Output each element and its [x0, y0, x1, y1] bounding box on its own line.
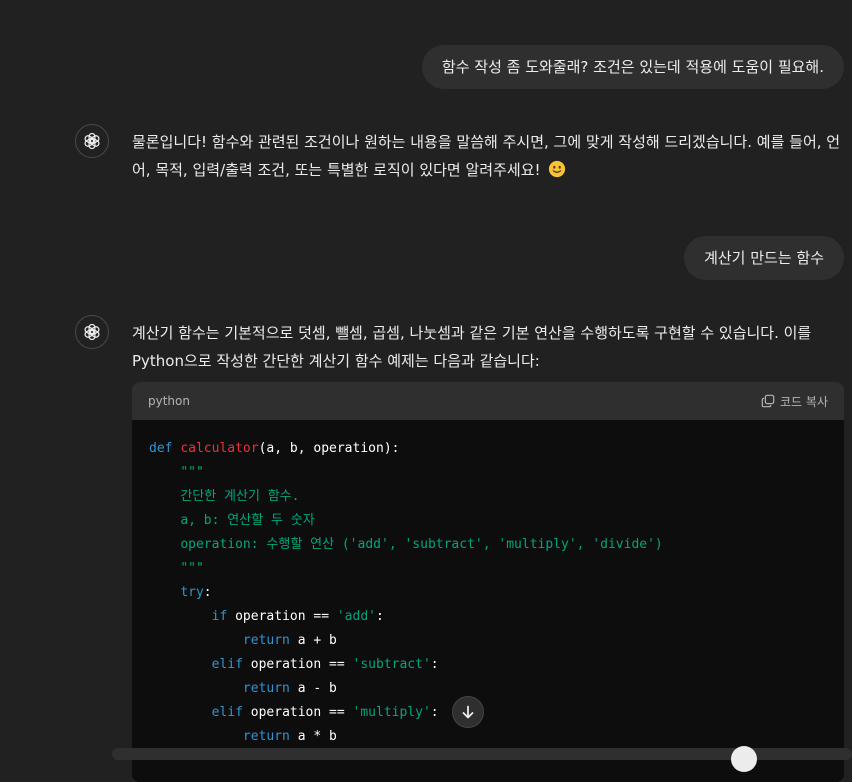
assistant-message-text: 물론입니다! 함수와 관련된 조건이나 원하는 내용을 말씀해 주시면, 그에 …: [132, 133, 841, 179]
code-token: 간단한 계산기 함수.: [180, 489, 300, 504]
composer-action-button[interactable]: [731, 746, 757, 772]
code-line: a, b: 연산할 두 숫자: [149, 509, 827, 533]
code-line: def calculator(a, b, operation):: [149, 437, 827, 461]
code-token: :: [430, 657, 439, 672]
code-token: a, b: 연산할 두 숫자: [180, 513, 315, 528]
code-token: :: [203, 585, 212, 600]
assistant-avatar: [75, 315, 109, 349]
code-line: 간단한 계산기 함수.: [149, 485, 827, 509]
code-token: 'subtract': [352, 657, 431, 672]
code-token: (a, b, operation):: [258, 441, 400, 456]
user-message-2: 계산기 만드는 함수: [684, 236, 844, 280]
code-block: python 코드 복사 def calculator(a, b, operat…: [132, 382, 844, 782]
scroll-to-bottom-button[interactable]: [452, 696, 484, 728]
code-line: """: [149, 461, 827, 485]
code-line: elif operation == 'multiply':: [149, 701, 827, 725]
code-token: operation ==: [242, 657, 353, 672]
code-token: :: [376, 609, 384, 624]
code-token: def: [149, 441, 173, 456]
code-token: return: [242, 633, 290, 648]
openai-logo-icon: [84, 323, 100, 341]
assistant-message-1: 물론입니다! 함수와 관련된 조건이나 원하는 내용을 말씀해 주시면, 그에 …: [132, 128, 842, 184]
copy-icon: [761, 394, 775, 408]
code-line: if operation == 'add':: [149, 605, 827, 629]
openai-logo-icon: [84, 132, 100, 150]
code-token: a - b: [289, 681, 337, 696]
code-language-label: python: [148, 394, 190, 408]
smiling-face-icon: [549, 160, 566, 178]
arrow-down-icon: [462, 705, 474, 719]
assistant-avatar: [75, 124, 109, 158]
code-line: operation: 수행할 연산 ('add', 'subtract', 'm…: [149, 533, 827, 557]
code-token: try: [180, 585, 204, 600]
code-token: operation ==: [227, 609, 337, 624]
code-token: elif: [211, 705, 243, 720]
code-token: """: [180, 465, 204, 480]
code-line: elif operation == 'subtract':: [149, 653, 827, 677]
code-line: return a - b: [149, 677, 827, 701]
user-message-text: 함수 작성 좀 도와줄래? 조건은 있는데 적용에 도움이 필요해.: [441, 58, 824, 76]
code-token: a * b: [289, 729, 337, 744]
code-token: if: [211, 609, 228, 624]
code-line: return a + b: [149, 629, 827, 653]
code-token: return: [242, 729, 290, 744]
code-token: return: [242, 681, 290, 696]
user-message-1: 함수 작성 좀 도와줄래? 조건은 있는데 적용에 도움이 필요해.: [421, 45, 844, 89]
code-token: elif: [211, 657, 243, 672]
code-token: calculator: [180, 441, 259, 456]
user-message-text: 계산기 만드는 함수: [704, 249, 824, 267]
code-token: 'multiply': [352, 705, 431, 720]
assistant-message-text: 계산기 함수는 기본적으로 덧셈, 뺄셈, 곱셈, 나눗셈과 같은 기본 연산을…: [132, 324, 812, 370]
copy-code-label: 코드 복사: [780, 394, 828, 409]
code-token: :: [430, 705, 439, 720]
code-line: try:: [149, 581, 827, 605]
code-content: def calculator(a, b, operation): """ 간단한…: [132, 420, 844, 749]
copy-code-button[interactable]: 코드 복사: [761, 393, 828, 410]
code-line: """: [149, 557, 827, 581]
code-block-header: python 코드 복사: [132, 382, 844, 420]
code-token: 'add': [336, 609, 376, 624]
assistant-message-2: 계산기 함수는 기본적으로 덧셈, 뺄셈, 곱셈, 나눗셈과 같은 기본 연산을…: [132, 319, 842, 375]
code-token: """: [180, 561, 204, 576]
code-line: return a * b: [149, 725, 827, 749]
code-token: operation: 수행할 연산 ('add', 'subtract', 'm…: [180, 537, 663, 552]
code-token: operation ==: [242, 705, 353, 720]
code-token: a + b: [289, 633, 337, 648]
